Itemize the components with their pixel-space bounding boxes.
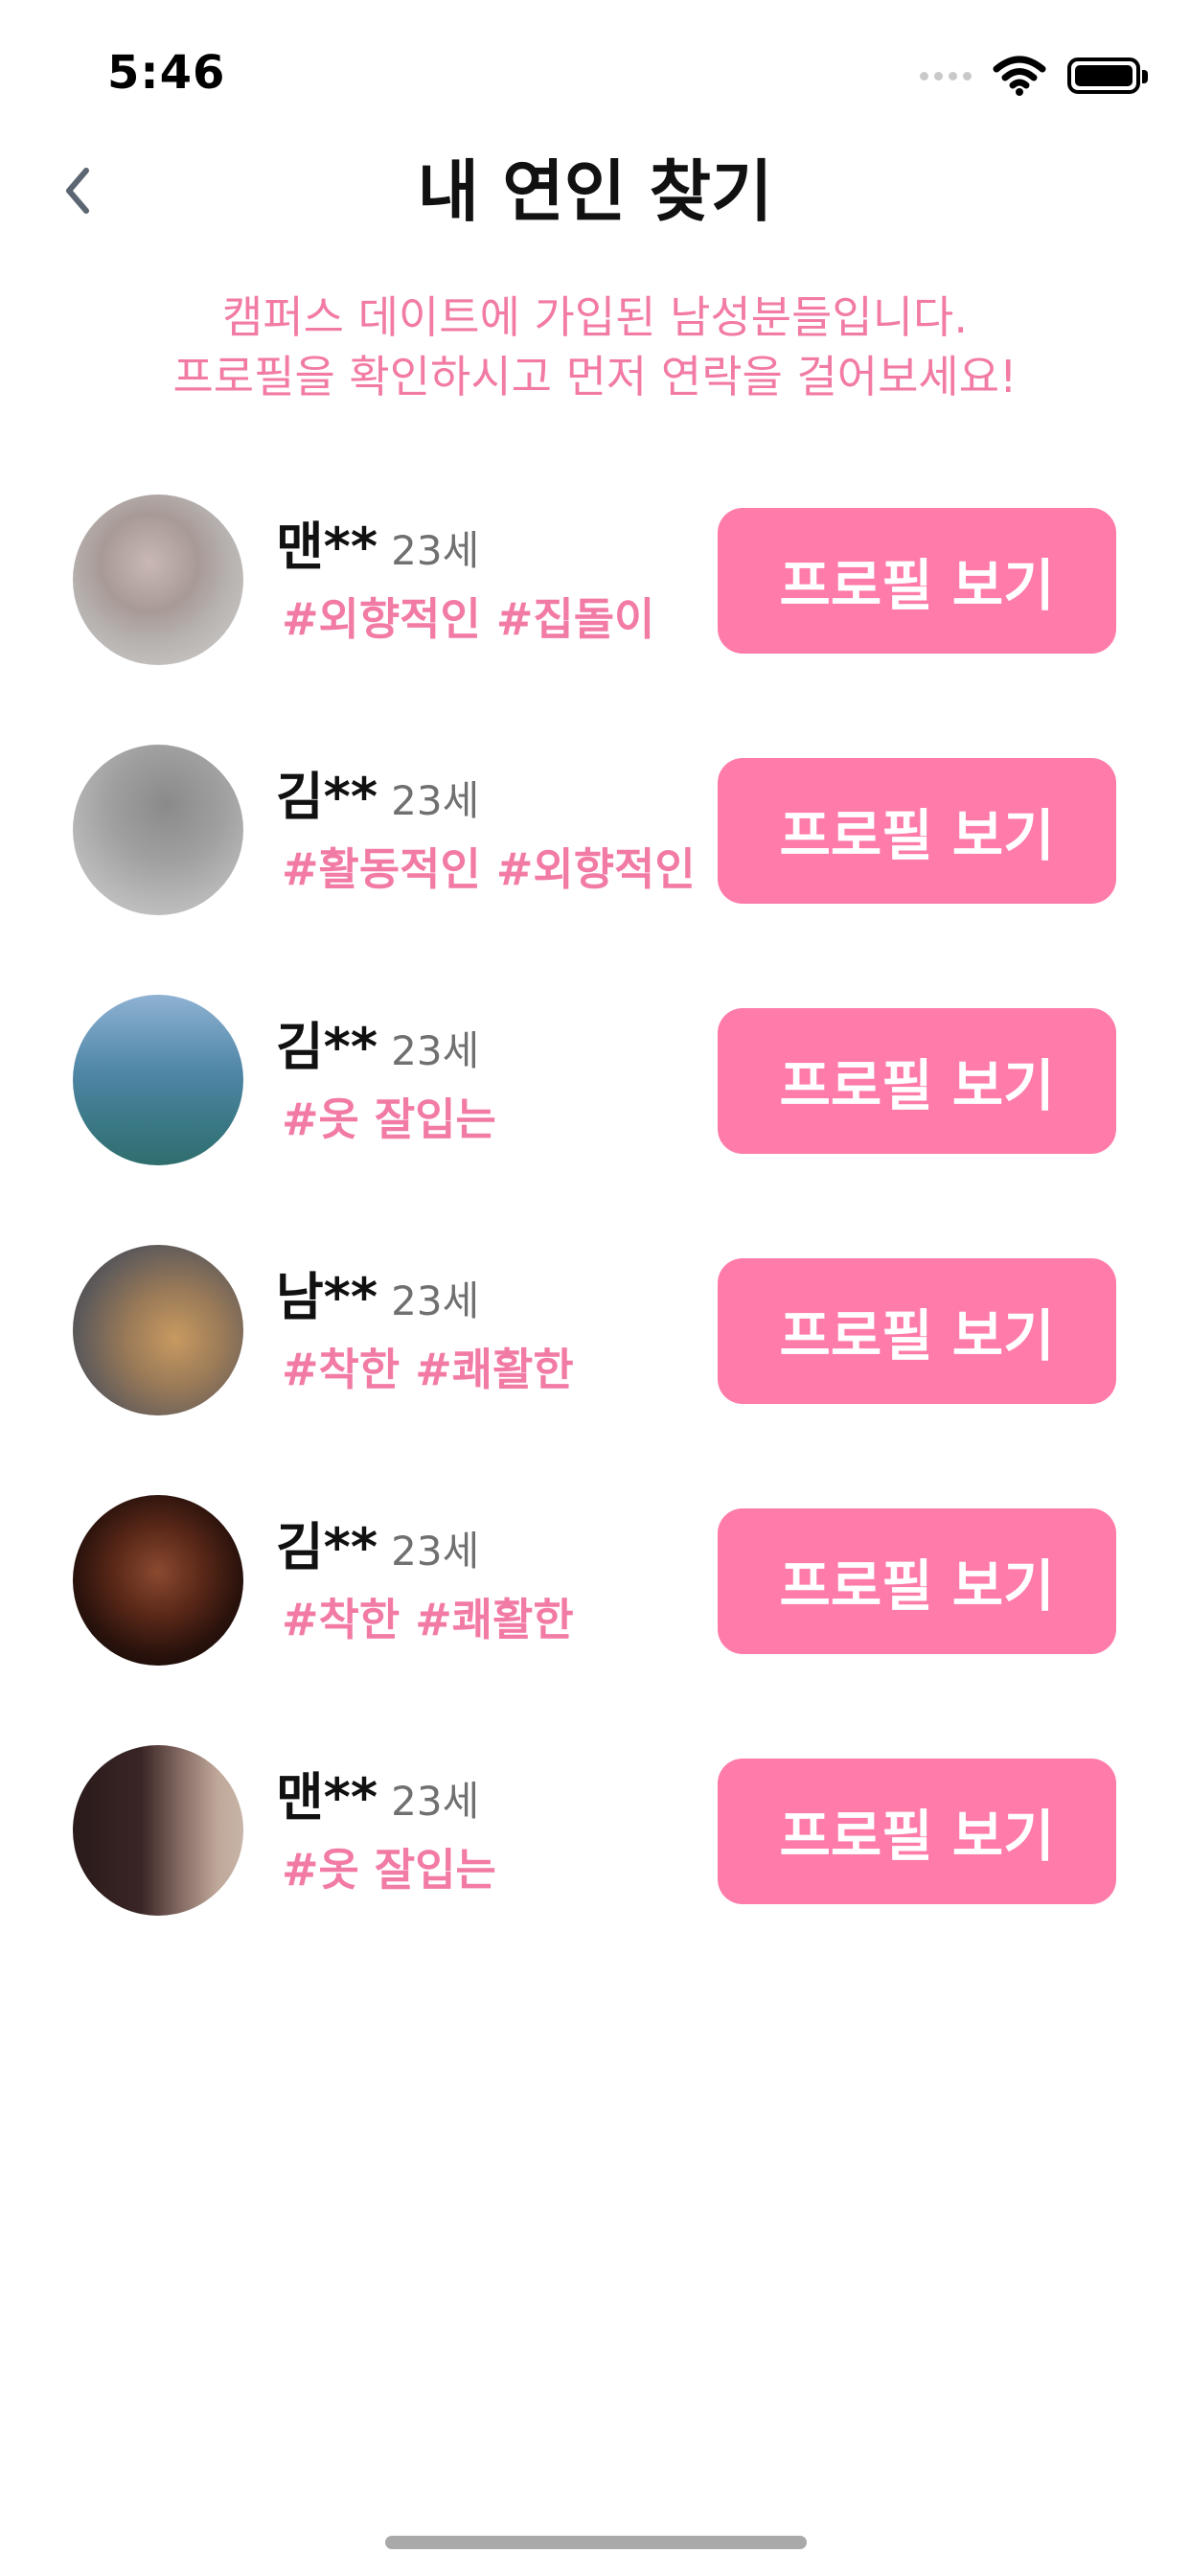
view-profile-button[interactable]: 프로필 보기 (718, 1258, 1116, 1404)
profile-tags: #옷 잘입는 (282, 1093, 496, 1145)
avatar (73, 995, 243, 1165)
profile-list-item: 맨** 23세 #외향적인 #집돌이 프로필 보기 (0, 479, 1190, 729)
avatar (73, 1745, 243, 1916)
header: 내 연인 찾기 (0, 144, 1190, 240)
profile-age: 23세 (391, 1027, 480, 1074)
wifi-icon (993, 56, 1046, 96)
view-profile-button[interactable]: 프로필 보기 (718, 1008, 1116, 1154)
profile-age: 23세 (391, 1778, 480, 1825)
profile-name: 남** (276, 1267, 378, 1327)
profile-age: 23세 (391, 527, 480, 574)
view-profile-button[interactable]: 프로필 보기 (718, 1759, 1116, 1904)
profile-name: 맨** (276, 1767, 378, 1828)
status-icons (920, 56, 1148, 96)
profile-list-item: 맨** 23세 #옷 잘입는 프로필 보기 (0, 1730, 1190, 1980)
battery-icon (1067, 58, 1148, 94)
profile-tags: #착한 #쾌활한 (282, 1344, 574, 1395)
profile-tags: #착한 #쾌활한 (282, 1594, 574, 1645)
profile-name: 맨** (276, 517, 378, 577)
profile-list: 맨** 23세 #외향적인 #집돌이 프로필 보기 김** 23세 #활동적인 … (0, 479, 1190, 1980)
profile-age: 23세 (391, 1277, 480, 1324)
profile-tags: #외향적인 #집돌이 (282, 593, 655, 645)
home-indicator[interactable] (385, 2536, 807, 2549)
avatar (73, 745, 243, 915)
view-profile-button[interactable]: 프로필 보기 (718, 508, 1116, 654)
find-partner-screen: 5:46 내 연인 찾기 캠퍼스 데이트에 가입된 남성분들입니다. 프로필을 … (0, 0, 1190, 2576)
status-bar: 5:46 (0, 0, 1190, 144)
avatar (73, 1495, 243, 1666)
profile-list-item: 김** 23세 #옷 잘입는 프로필 보기 (0, 979, 1190, 1230)
profile-name: 김** (276, 1517, 378, 1577)
view-profile-button[interactable]: 프로필 보기 (718, 1508, 1116, 1654)
subtitle: 캠퍼스 데이트에 가입된 남성분들입니다. 프로필을 확인하시고 먼저 연락을 … (0, 288, 1190, 406)
profile-list-item: 김** 23세 #활동적인 #외향적인 프로필 보기 (0, 729, 1190, 979)
profile-tags: #옷 잘입는 (282, 1844, 496, 1896)
view-profile-button[interactable]: 프로필 보기 (718, 758, 1116, 904)
profile-age: 23세 (391, 1528, 480, 1575)
subtitle-line-2: 프로필을 확인하시고 먼저 연락을 걸어보세요! (172, 351, 1018, 402)
avatar (73, 1245, 243, 1415)
status-time: 5:46 (107, 46, 226, 100)
profile-list-item: 남** 23세 #착한 #쾌활한 프로필 보기 (0, 1230, 1190, 1480)
profile-list-item: 김** 23세 #착한 #쾌활한 프로필 보기 (0, 1480, 1190, 1730)
subtitle-line-1: 캠퍼스 데이트에 가입된 남성분들입니다. (222, 291, 968, 343)
profile-name: 김** (276, 767, 378, 827)
signal-dots-icon (920, 71, 972, 80)
avatar (73, 494, 243, 665)
profile-tags: #활동적인 #외향적인 (282, 843, 696, 895)
profile-age: 23세 (391, 777, 480, 824)
page-title: 내 연인 찾기 (417, 152, 773, 231)
profile-name: 김** (276, 1017, 378, 1077)
